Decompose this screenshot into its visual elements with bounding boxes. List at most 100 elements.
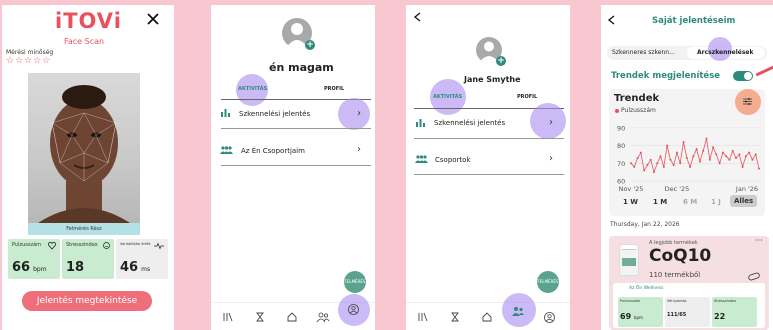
data-point — [666, 144, 669, 147]
back-icon[interactable] — [413, 12, 421, 22]
hourglass-icon[interactable] — [451, 312, 459, 322]
data-point — [643, 169, 646, 172]
scan-fab[interactable]: FELMÉRÉS — [344, 271, 366, 293]
card-title: Trendek — [614, 93, 660, 104]
wellness-label: Az Ön Wellness — [629, 286, 664, 291]
people-icon[interactable] — [316, 312, 330, 323]
list-item-scan-report[interactable]: Szkennelési jelentés — [434, 119, 505, 127]
data-point — [646, 164, 649, 167]
tap-highlight — [338, 98, 370, 130]
product-more-icon[interactable]: ··· — [755, 236, 763, 245]
trend-toggle[interactable] — [733, 71, 753, 81]
metric-stress: Stresszindex 18 — [62, 239, 114, 279]
tab-activity[interactable]: AKTIVITÁS — [433, 94, 462, 100]
data-point — [744, 155, 747, 158]
profile-icon[interactable] — [544, 312, 555, 323]
range-6m[interactable]: 6 M — [683, 198, 697, 206]
close-icon[interactable] — [147, 13, 159, 25]
mini-blood-pressure: Vérnyomás 111/65 — [665, 297, 710, 327]
tab-profile[interactable]: PROFIL — [324, 86, 344, 92]
x-tick-label: Jan '26 — [735, 185, 758, 193]
data-point — [735, 156, 738, 159]
group-icon — [415, 155, 428, 163]
filter-icon[interactable] — [743, 97, 752, 106]
y-tick-label: 80 — [617, 142, 625, 150]
people-icon[interactable] — [512, 306, 524, 316]
data-point — [721, 151, 724, 154]
product-name: CoQ10 — [649, 246, 712, 266]
scan-fab[interactable]: FELMÉRÉS — [537, 271, 559, 293]
library-icon[interactable] — [223, 312, 233, 322]
add-photo-icon[interactable]: + — [305, 40, 315, 50]
data-point — [689, 165, 692, 168]
data-point — [748, 151, 751, 154]
itovi-logo: iTOVi — [55, 9, 122, 33]
add-photo-icon[interactable]: + — [496, 56, 506, 66]
data-point — [630, 162, 632, 165]
data-point — [669, 158, 672, 161]
legend-dot — [615, 109, 619, 113]
chevron-right-icon[interactable]: › — [357, 108, 361, 119]
range-1w[interactable]: 1 W — [623, 198, 638, 206]
tab-activity[interactable]: AKTIVITÁS — [238, 86, 267, 92]
library-icon[interactable] — [418, 312, 428, 322]
data-point — [652, 171, 655, 174]
metric-heart-rate: Pulzusszám 66 bpm — [8, 239, 60, 279]
data-point — [639, 151, 642, 154]
segment-face-scans[interactable]: Arcszkennelések — [697, 49, 754, 56]
y-tick-label: 70 — [617, 160, 625, 168]
range-1m[interactable]: 1 M — [653, 198, 667, 206]
bar-chart-icon — [221, 109, 230, 117]
data-point — [672, 164, 675, 167]
my-profile-screen: + én magam AKTIVITÁS PROFIL Szkennelési … — [211, 5, 375, 330]
view-report-button[interactable]: Jelentés megtekintése — [22, 291, 152, 311]
segment-device-scans[interactable]: Szkenneres szkenn... — [612, 49, 675, 56]
list-item-groups[interactable]: Az Én Csoportjaim — [241, 147, 305, 155]
pill-icon — [748, 272, 760, 281]
mini-stress: Stresszindex 22 — [712, 297, 757, 327]
hourglass-icon[interactable] — [256, 312, 264, 322]
data-point — [731, 149, 734, 152]
member-profile-screen: + Jane Smythe AKTIVITÁS PROFIL Szkennelé… — [406, 5, 570, 330]
data-point — [754, 153, 757, 156]
home-icon[interactable] — [482, 312, 492, 322]
tab-profile[interactable]: PROFIL — [517, 94, 537, 100]
home-icon[interactable] — [287, 312, 297, 322]
range-1y[interactable]: 1 J — [711, 198, 721, 206]
bottom-nav — [211, 294, 375, 330]
data-point — [708, 158, 711, 161]
data-point — [712, 146, 715, 149]
tap-highlight — [530, 103, 566, 139]
quality-label: Mérési minőség — [6, 49, 54, 56]
data-point — [725, 155, 728, 158]
series-line — [630, 138, 760, 174]
chevron-right-icon[interactable]: › — [549, 117, 553, 128]
page-title: Saját jelentéseim — [652, 16, 736, 26]
data-point — [649, 158, 652, 161]
my-reports-screen: Saját jelentéseim Szkenneres szkenn... A… — [601, 5, 773, 330]
data-point — [695, 148, 698, 151]
trend-chart: 90807060Nov '25 Dec '25 Jan '26 — [617, 124, 760, 193]
chevron-right-icon[interactable]: › — [357, 144, 361, 155]
list-item-groups[interactable]: Csoportok — [435, 156, 471, 164]
data-point — [656, 162, 659, 165]
trend-toggle-label: Trendek megjelenítése — [611, 71, 721, 81]
data-point — [636, 156, 639, 159]
face-image — [28, 73, 140, 223]
range-all[interactable]: Alles — [730, 195, 758, 207]
data-point — [758, 167, 760, 170]
heart-icon — [47, 241, 57, 250]
pulse-icon — [154, 242, 164, 250]
x-tick-label: Dec '25 — [665, 185, 690, 193]
back-icon[interactable] — [607, 15, 615, 25]
y-tick-label: 90 — [617, 124, 625, 132]
data-point — [698, 160, 701, 163]
date-label: Thursday, Jan 22, 2026 — [610, 221, 680, 228]
chevron-right-icon[interactable]: › — [549, 153, 553, 164]
face-scan-screen: iTOVi Face Scan Mérési minőség ☆☆☆☆☆ Fel… — [2, 5, 174, 330]
mini-heart-rate: Pulzusszám 69 bpm — [618, 297, 663, 327]
metric-variability: Variabilitási érték 46 ms — [116, 239, 168, 279]
list-item-scan-report[interactable]: Szkennelési jelentés — [239, 110, 310, 118]
profile-icon[interactable] — [348, 304, 359, 315]
scan-status: Felmérés Kész — [28, 223, 140, 235]
